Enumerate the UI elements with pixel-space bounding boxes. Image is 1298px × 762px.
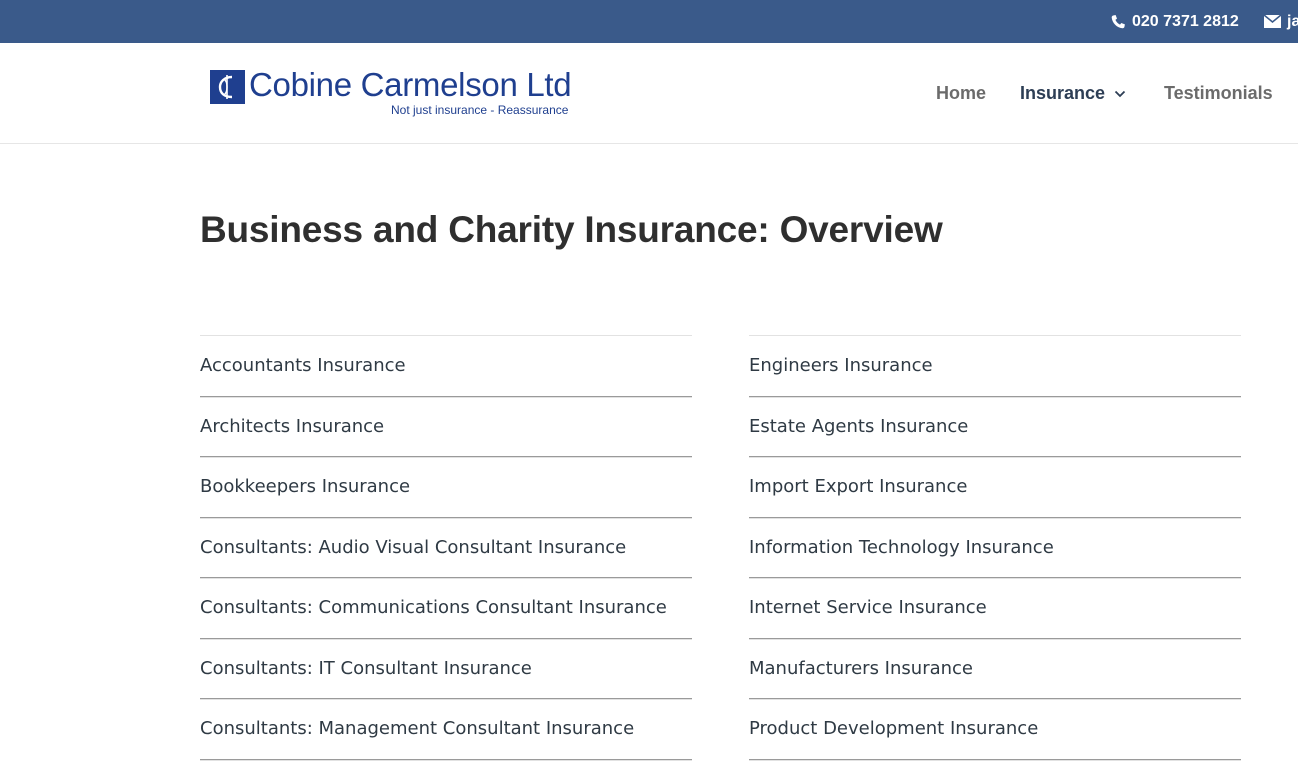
- page-title: Business and Charity Insurance: Overview: [200, 209, 943, 250]
- list-item[interactable]: Consultants: Communications Consultant I…: [200, 578, 692, 639]
- list-item[interactable]: Architects Insurance: [200, 397, 692, 457]
- list-item[interactable]: Consultants: IT Consultant Insurance: [200, 639, 692, 699]
- site-logo[interactable]: Cobine Carmelson Ltd Not just insurance …: [210, 66, 580, 123]
- logo-mark-icon: [210, 70, 245, 104]
- site-header: Cobine Carmelson Ltd Not just insurance …: [0, 43, 1298, 144]
- list-item[interactable]: Consultants: Management Consultant Insur…: [200, 699, 692, 760]
- list-item[interactable]: Product Development Insurance: [749, 699, 1241, 760]
- phone-icon: [1111, 14, 1125, 28]
- list-item[interactable]: Internet Service Insurance: [749, 578, 1241, 639]
- list-item[interactable]: Manufacturers Insurance: [749, 639, 1241, 699]
- logo-tagline: Not just insurance - Reassurance: [391, 103, 569, 117]
- phone-link[interactable]: 020 7371 2812: [1110, 0, 1239, 43]
- nav-home[interactable]: Home: [936, 43, 986, 144]
- list-item[interactable]: Bookkeepers Insurance: [200, 457, 692, 518]
- list-item[interactable]: Accountants Insurance: [200, 336, 692, 397]
- email-link[interactable]: ja: [1264, 0, 1298, 43]
- nav-testimonials[interactable]: Testimonials: [1164, 43, 1273, 144]
- nav-insurance-label: Insurance: [1020, 83, 1106, 103]
- email-address: ja: [1287, 12, 1298, 30]
- phone-number: 020 7371 2812: [1132, 12, 1239, 30]
- list-item[interactable]: Estate Agents Insurance: [749, 397, 1241, 457]
- list-item[interactable]: Consultants: Audio Visual Consultant Ins…: [200, 518, 692, 578]
- list-item[interactable]: Import Export Insurance: [749, 457, 1241, 518]
- envelope-icon: [1264, 15, 1281, 28]
- top-bar: 020 7371 2812 ja: [0, 0, 1298, 43]
- insurance-list-left: Accountants Insurance Architects Insuran…: [200, 335, 692, 760]
- nav-insurance[interactable]: Insurance: [1020, 43, 1126, 144]
- insurance-list-right: Engineers Insurance Estate Agents Insura…: [749, 335, 1241, 760]
- chevron-down-icon: [1114, 90, 1126, 97]
- list-item[interactable]: Information Technology Insurance: [749, 518, 1241, 578]
- logo-name: Cobine Carmelson Ltd: [249, 66, 572, 103]
- list-item[interactable]: Engineers Insurance: [749, 336, 1241, 397]
